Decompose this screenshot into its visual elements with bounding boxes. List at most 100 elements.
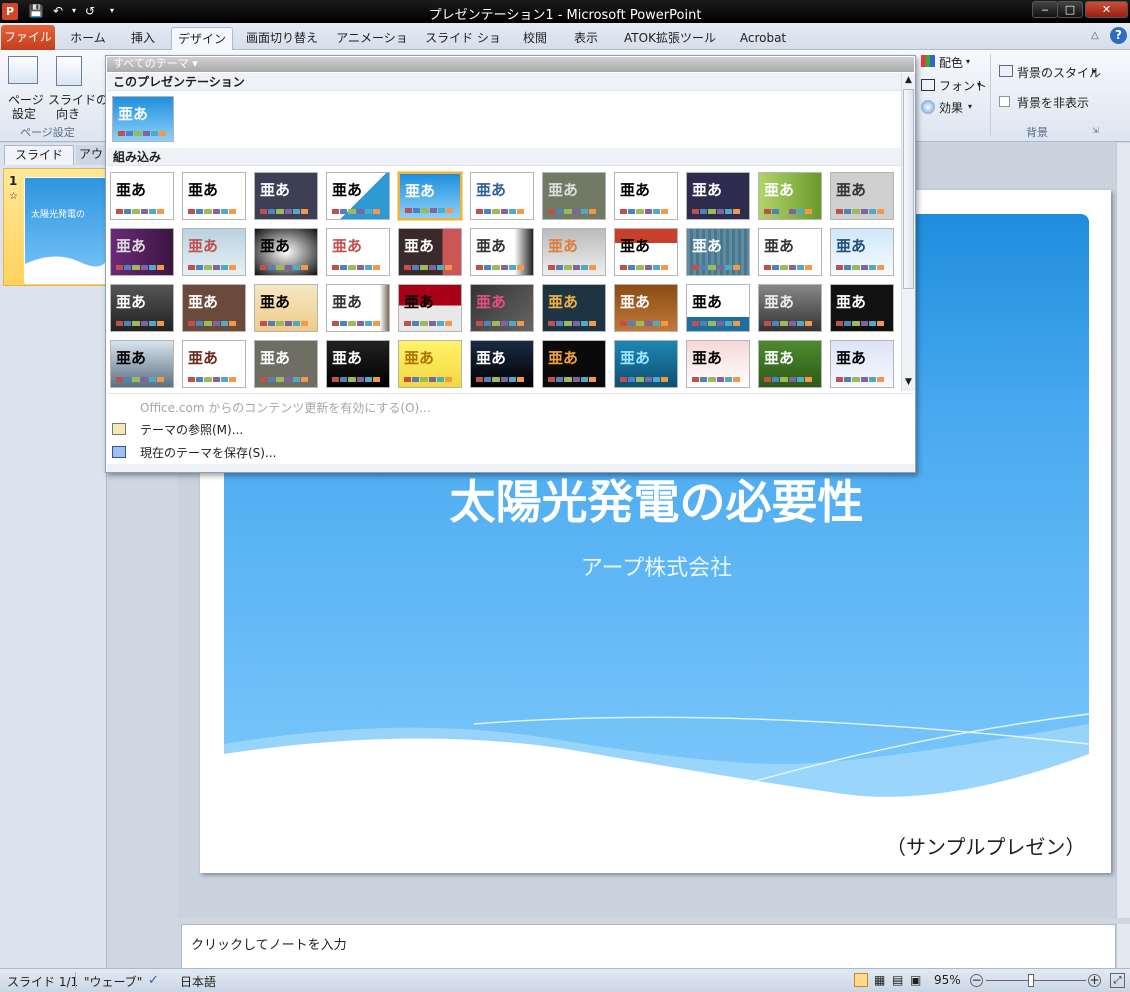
fonts-dropdown-icon[interactable]: ▾ [977, 80, 981, 89]
spell-check-icon[interactable]: ✓ [148, 973, 159, 988]
theme-thumbnail[interactable]: 亜あ [470, 340, 534, 388]
page-setup-label-2[interactable]: 設定 [12, 105, 36, 122]
theme-thumbnail[interactable]: 亜あ [326, 228, 390, 276]
hide-background-label[interactable]: 背景を非表示 [1017, 94, 1089, 111]
collapse-ribbon-icon[interactable]: △ [1091, 30, 1099, 41]
theme-thumbnail[interactable]: 亜あ [326, 340, 390, 388]
background-styles-button[interactable]: 背景のスタイル [1017, 64, 1101, 81]
tab-view[interactable]: 表示 [566, 27, 606, 50]
theme-thumbnail[interactable]: 亜あ [614, 340, 678, 388]
theme-thumbnail[interactable]: 亜あ [254, 340, 318, 388]
theme-thumbnail[interactable]: 亜あ [830, 284, 894, 332]
language-indicator[interactable]: 日本語 [180, 973, 216, 990]
slideshow-view-icon[interactable]: ▣ [910, 973, 921, 987]
notes-pane[interactable]: クリックしてノートを入力 [181, 924, 1116, 969]
theme-thumbnail[interactable]: 亜あ [326, 284, 390, 332]
theme-thumbnail[interactable]: 亜あ [614, 284, 678, 332]
colors-icon[interactable] [921, 55, 935, 67]
slide-footer-text[interactable]: （サンプルプレゼン） [886, 831, 1085, 860]
theme-thumbnail[interactable]: 亜あ [182, 340, 246, 388]
zoom-slider-thumb[interactable] [1028, 974, 1034, 987]
theme-thumbnail[interactable]: 亜あ [614, 172, 678, 220]
maximize-button[interactable]: □ [1057, 1, 1083, 18]
zoom-out-button[interactable]: − [970, 974, 983, 987]
theme-thumbnail[interactable]: 亜あ [542, 172, 606, 220]
tab-slides[interactable]: スライド [4, 145, 74, 165]
theme-thumbnail[interactable]: 亜あ [182, 228, 246, 276]
theme-thumbnail[interactable]: 亜あ [470, 228, 534, 276]
scroll-up-icon[interactable]: ▲ [902, 73, 915, 87]
theme-thumbnail[interactable]: 亜あ [326, 172, 390, 220]
zoom-level[interactable]: 95% [934, 973, 961, 987]
page-setup-icon[interactable] [8, 56, 38, 84]
scroll-down-icon[interactable]: ▼ [902, 375, 915, 389]
theme-thumbnail[interactable]: 亜あ [182, 172, 246, 220]
slide-sorter-view-icon[interactable]: ▦ [874, 973, 885, 987]
theme-thumbnail[interactable]: 亜あ [182, 284, 246, 332]
background-dialog-launcher-icon[interactable]: ⇲ [1092, 126, 1099, 135]
slide-orientation-icon[interactable] [56, 56, 82, 86]
tab-file[interactable]: ファイル [1, 25, 55, 50]
menu-browse-themes[interactable]: テーマの参照(M)... [140, 421, 243, 438]
theme-thumbnail[interactable]: 亜あ [758, 228, 822, 276]
theme-thumbnail[interactable]: 亜あ [398, 284, 462, 332]
normal-view-button[interactable] [854, 973, 868, 987]
theme-thumbnail[interactable]: 亜あ [830, 340, 894, 388]
tab-outline[interactable]: アウ [76, 145, 106, 165]
theme-thumbnail[interactable]: 亜あ [686, 340, 750, 388]
theme-thumbnail[interactable]: 亜あ [110, 172, 174, 220]
zoom-in-button[interactable]: + [1088, 974, 1101, 987]
slide-thumbnail[interactable]: 太陽光発電の [24, 177, 109, 284]
menu-save-current-theme[interactable]: 現在のテーマを保存(S)... [140, 444, 276, 461]
tab-slideshow[interactable]: スライド ショー [420, 27, 506, 67]
tab-design[interactable]: デザイン [171, 27, 233, 50]
theme-thumbnail[interactable]: 亜あ [758, 340, 822, 388]
theme-current-presentation-thumb[interactable]: 亜あ [112, 96, 174, 142]
theme-thumbnail[interactable]: 亜あ [614, 228, 678, 276]
colors-dropdown-icon[interactable]: ▾ [966, 57, 970, 66]
theme-thumbnail[interactable]: 亜あ [830, 172, 894, 220]
theme-thumbnail[interactable]: 亜あ [830, 228, 894, 276]
theme-thumbnail[interactable]: 亜あ [686, 284, 750, 332]
gallery-resize-grip[interactable] [107, 464, 914, 472]
theme-thumbnail[interactable]: 亜あ [758, 172, 822, 220]
background-styles-icon[interactable] [999, 65, 1013, 77]
tab-transitions[interactable]: 画面切り替え [241, 27, 323, 50]
tab-acrobat[interactable]: Acrobat [732, 27, 794, 50]
theme-thumbnail[interactable]: 亜あ [470, 284, 534, 332]
zoom-slider[interactable] [986, 980, 1086, 981]
theme-thumbnail[interactable]: 亜あ [110, 340, 174, 388]
help-icon[interactable]: ? [1110, 27, 1127, 44]
gallery-scrollbar[interactable]: ▲ ▼ [901, 73, 915, 391]
fit-to-window-icon[interactable]: ⤢ [1110, 973, 1125, 988]
theme-thumbnail[interactable]: 亜あ [542, 340, 606, 388]
slide-title[interactable]: 太陽光発電の必要性 [224, 466, 1089, 532]
theme-thumbnail[interactable]: 亜あ [758, 284, 822, 332]
slide-thumbnail-item[interactable]: 1 ☆ 太陽光発電の [3, 168, 109, 286]
slide-subtitle[interactable]: アープ株式会社 [224, 550, 1089, 582]
orientation-label-2[interactable]: 向き [56, 105, 80, 122]
tab-home[interactable]: ホーム [62, 27, 114, 50]
theme-thumbnail[interactable]: 亜あ [398, 228, 462, 276]
theme-thumbnail[interactable]: 亜あ [470, 172, 534, 220]
minimize-button[interactable]: ‒ [1032, 1, 1058, 18]
colors-button[interactable]: 配色 [939, 54, 963, 71]
vertical-scrollbar[interactable] [1116, 143, 1130, 918]
theme-thumbnail[interactable]: 亜あ [254, 172, 318, 220]
background-styles-dropdown-icon[interactable]: ▾ [1092, 67, 1096, 76]
tab-review[interactable]: 校閲 [516, 27, 554, 50]
theme-thumbnail[interactable]: 亜あ [254, 284, 318, 332]
fonts-icon[interactable] [921, 79, 935, 91]
theme-thumbnail[interactable]: 亜あ [254, 228, 318, 276]
theme-thumbnail[interactable]: 亜あ [686, 172, 750, 220]
effects-icon[interactable] [921, 100, 935, 114]
tab-animations[interactable]: アニメーション [333, 27, 411, 67]
theme-thumbnail[interactable]: 亜あ [398, 340, 462, 388]
hide-background-checkbox[interactable] [999, 96, 1010, 107]
close-button[interactable]: ✕ [1085, 1, 1128, 18]
tab-atok[interactable]: ATOK拡張ツール [619, 27, 721, 50]
gallery-header[interactable]: すべてのテーマ ▾ [107, 57, 914, 72]
theme-thumbnail[interactable]: 亜あ [110, 228, 174, 276]
reading-view-icon[interactable]: ▤ [892, 973, 903, 987]
effects-dropdown-icon[interactable]: ▾ [968, 102, 972, 111]
